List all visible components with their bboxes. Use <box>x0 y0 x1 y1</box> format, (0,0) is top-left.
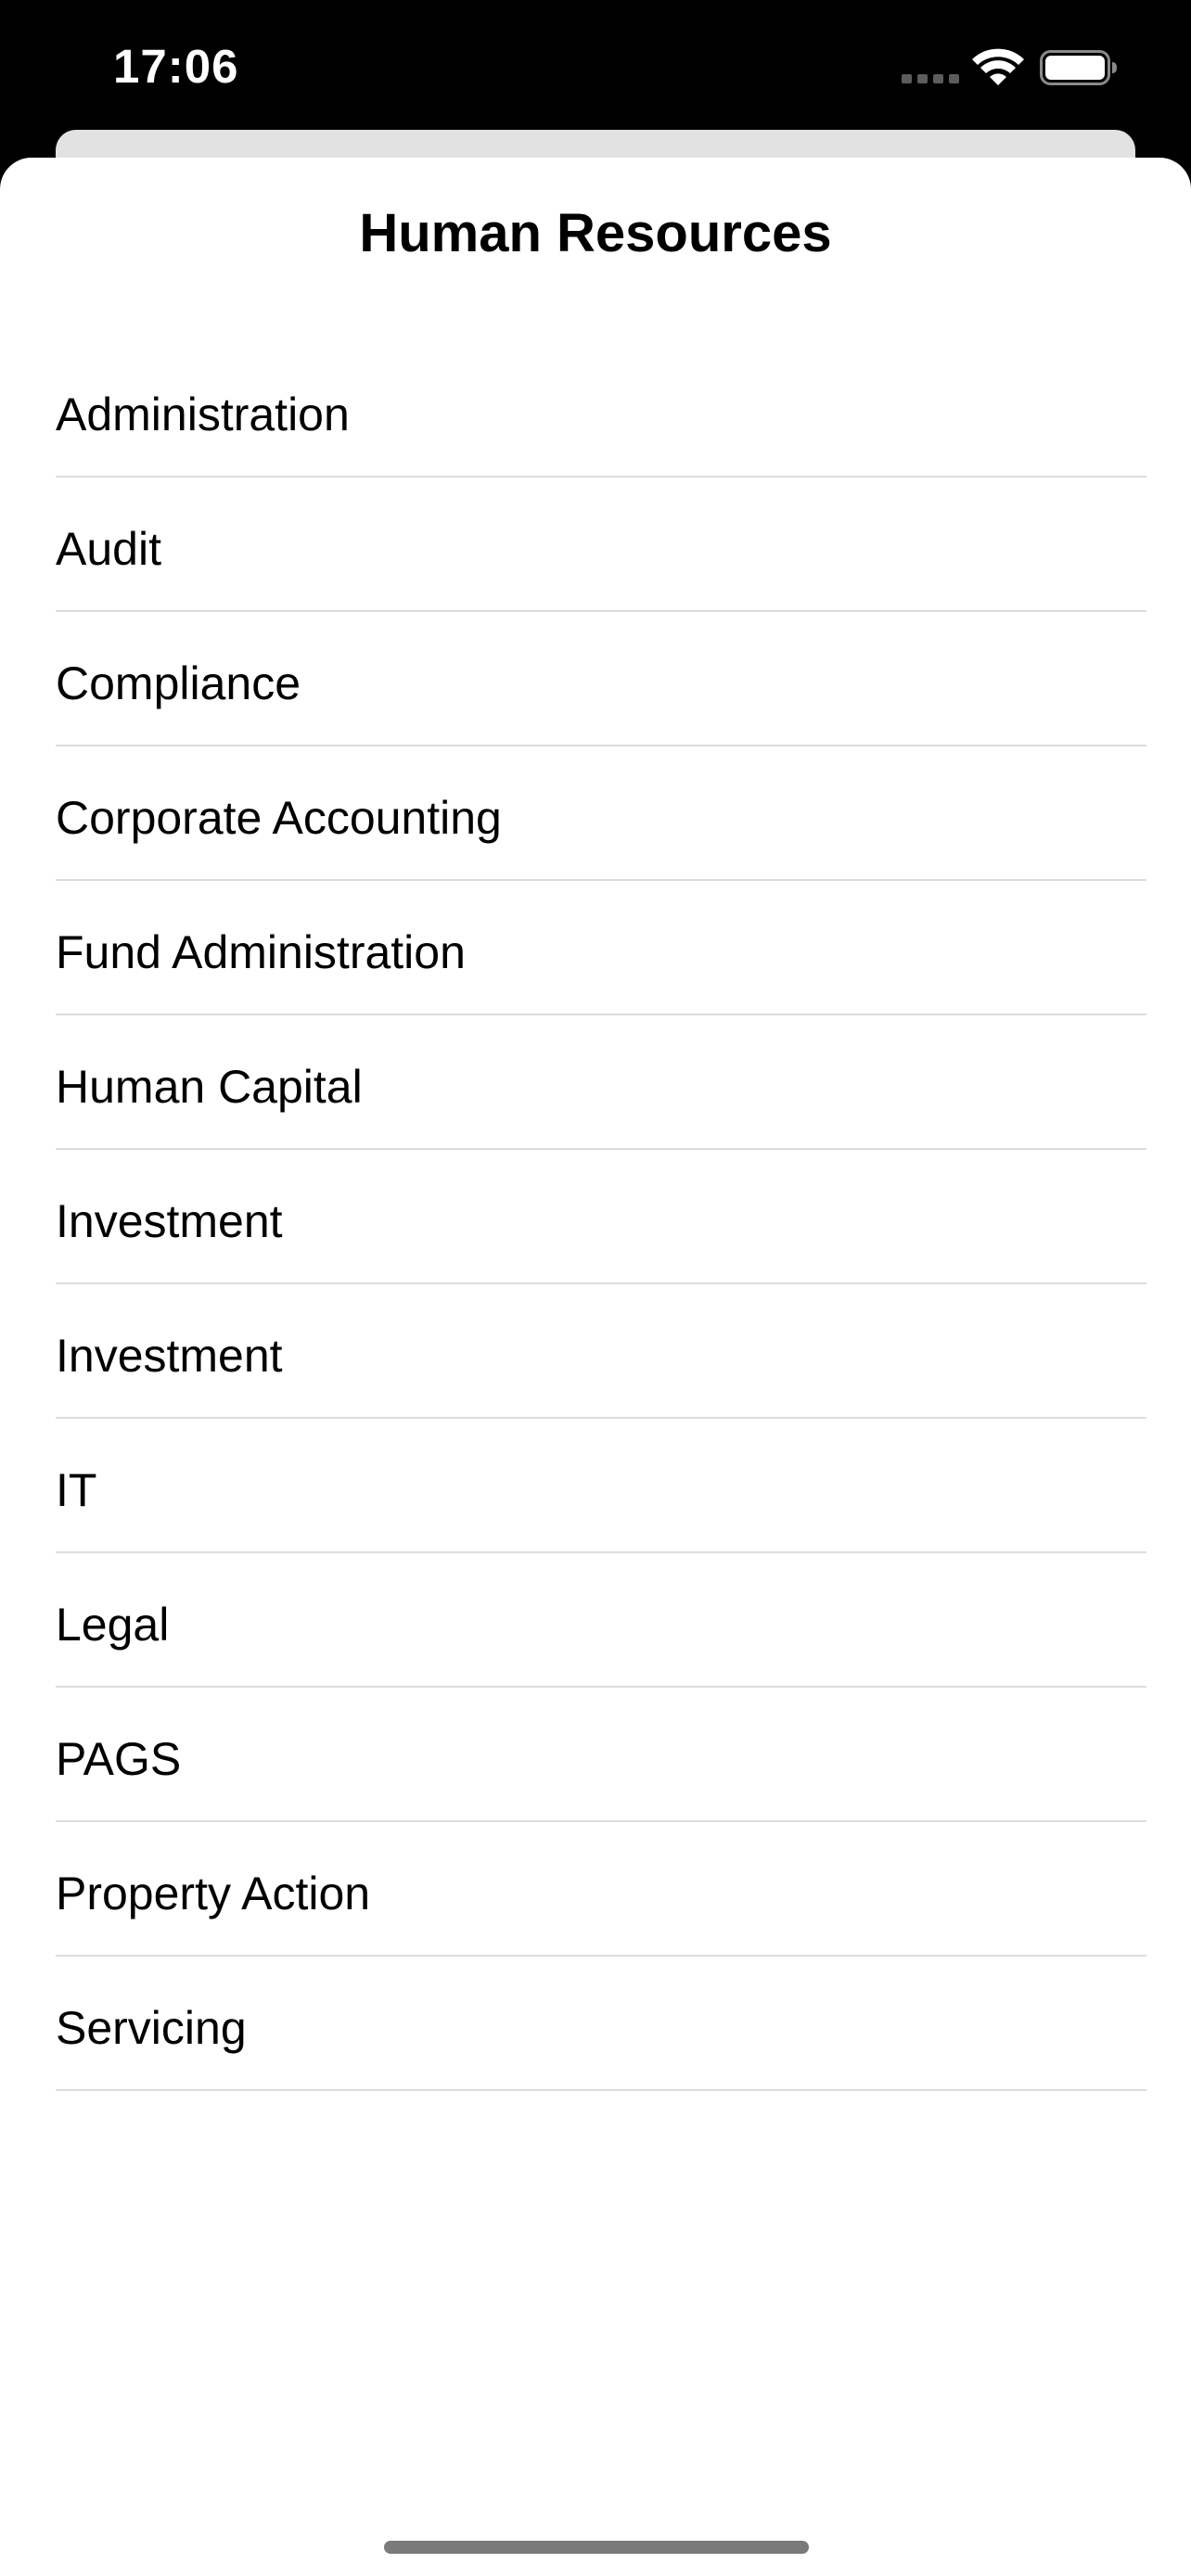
list-item-corporate-accounting[interactable]: Corporate Accounting <box>56 746 1146 881</box>
list-item-compliance[interactable]: Compliance <box>56 612 1146 746</box>
list-item-label: Property Action <box>56 1867 371 1919</box>
list-item-fund-administration[interactable]: Fund Administration <box>56 881 1146 1015</box>
list-item-investment[interactable]: Investment <box>56 1284 1146 1419</box>
list-item-label: Servicing <box>56 2001 247 2054</box>
list-item-label: PAGS <box>56 1732 182 1785</box>
list-item-label: Fund Administration <box>56 925 466 978</box>
department-sheet: Human Resources Administration Audit Com… <box>0 158 1191 2576</box>
list-item-label: Legal <box>56 1598 170 1651</box>
list-item-it[interactable]: IT <box>56 1419 1146 1553</box>
home-indicator[interactable] <box>384 2541 809 2554</box>
list-item-legal[interactable]: Legal <box>56 1553 1146 1688</box>
status-bar: 17:06 <box>0 0 1191 139</box>
list-item-servicing[interactable]: Servicing <box>56 1957 1146 2091</box>
battery-icon <box>1040 50 1117 85</box>
list-item-label: Compliance <box>56 657 301 709</box>
department-list: Administration Audit Compliance Corporat… <box>56 343 1146 2091</box>
list-item-property-action[interactable]: Property Action <box>56 1822 1146 1957</box>
list-item-label: IT <box>56 1463 97 1516</box>
wifi-icon <box>972 48 1024 85</box>
list-item-label: Investment <box>56 1194 283 1247</box>
list-item-label: Corporate Accounting <box>56 791 502 844</box>
list-item-audit[interactable]: Audit <box>56 478 1146 612</box>
list-item-human-capital[interactable]: Human Capital <box>56 1015 1146 1150</box>
cellular-signal-icon <box>902 74 959 83</box>
list-item-label: Investment <box>56 1329 283 1382</box>
list-item-label: Human Capital <box>56 1060 363 1113</box>
sheet-title: Human Resources <box>359 203 832 263</box>
list-item-administration[interactable]: Administration <box>56 343 1146 478</box>
status-time: 17:06 <box>113 40 239 93</box>
list-item-investment[interactable]: Investment <box>56 1150 1146 1284</box>
list-item-label: Audit <box>56 522 161 575</box>
list-item-label: Administration <box>56 388 350 440</box>
list-item-pags[interactable]: PAGS <box>56 1688 1146 1822</box>
